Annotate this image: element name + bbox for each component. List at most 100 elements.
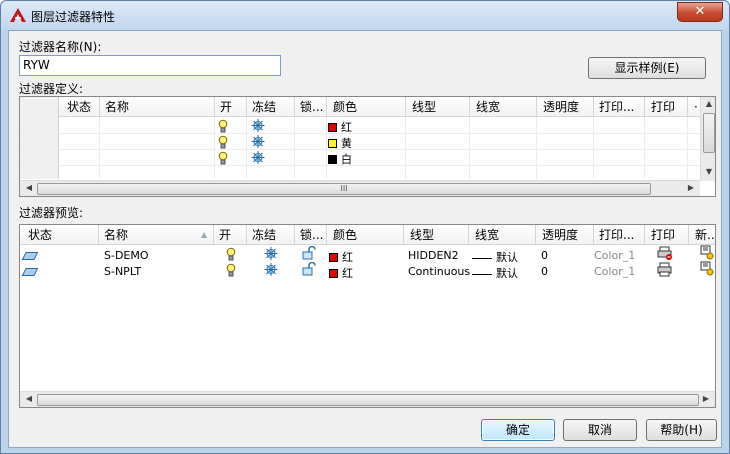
color-swatch [328, 154, 337, 164]
bulb-icon[interactable] [218, 151, 228, 165]
sort-ascending-icon: ▲ [201, 230, 208, 239]
preview-col-freeze[interactable]: 冻结 [252, 225, 276, 245]
cancel-button[interactable]: 取消 [563, 419, 637, 441]
preview-col-transparency[interactable]: 透明度 [542, 225, 578, 245]
def-col-on[interactable]: 开 [220, 97, 232, 117]
close-button[interactable]: ✕ [677, 2, 723, 22]
lineweight-sample [472, 257, 492, 259]
bulb-icon[interactable] [226, 263, 236, 277]
new-viewport-freeze-icon[interactable] [700, 245, 714, 260]
preview-col-lock[interactable]: 锁... [300, 225, 323, 245]
color-swatch [329, 252, 338, 262]
color-name: 红 [342, 251, 353, 264]
preview-col-name[interactable]: 名称 [104, 225, 128, 245]
plot-style-cell[interactable]: Color_1 [594, 249, 635, 262]
filter-name-label: 过滤器名称(N): [19, 40, 102, 54]
title-bar: 图层过滤器特性 ✕ [1, 1, 729, 29]
transparency-cell[interactable]: 0 [541, 249, 548, 262]
def-col-name[interactable]: 名称 [105, 97, 129, 117]
preview-col-plot-style[interactable]: 打印... [599, 225, 634, 245]
def-col-status[interactable]: 状态 [67, 97, 91, 117]
def-col-linetype[interactable]: 线型 [412, 97, 436, 117]
color-swatch [329, 268, 338, 278]
lineweight-cell[interactable]: 默认 [472, 249, 518, 265]
definition-vertical-scrollbar[interactable]: ▲ ▼ [700, 97, 715, 181]
linetype-cell[interactable]: HIDDEN2 [408, 249, 459, 262]
bulb-icon[interactable] [226, 247, 236, 261]
preview-col-color[interactable]: 颜色 [333, 225, 357, 245]
lineweight-value: 默认 [496, 251, 518, 264]
layer-filter-properties-dialog: 图层过滤器特性 ✕ 过滤器名称(N): RYW 显示样例(E) 过滤器定义: 状… [0, 0, 730, 454]
sun-icon[interactable] [264, 247, 278, 260]
color-swatch [328, 122, 337, 132]
bulb-icon[interactable] [218, 135, 228, 149]
def-col-more[interactable]: · [694, 97, 698, 117]
layer-status-icon [22, 252, 38, 260]
scroll-up-arrow[interactable]: ▲ [702, 97, 715, 111]
definition-horizontal-scrollbar[interactable]: ◀ III ▶ [20, 180, 700, 196]
preview-horizontal-scrollbar[interactable]: ◀ ▶ [20, 391, 715, 407]
preview-col-plot[interactable]: 打印 [651, 225, 675, 245]
scroll-right-arrow[interactable]: ▶ [699, 392, 713, 406]
scroll-thumb[interactable] [703, 113, 715, 153]
preview-col-lineweight[interactable]: 线宽 [475, 225, 499, 245]
scroll-right-arrow[interactable]: ▶ [684, 181, 698, 195]
dialog-client-area: 过滤器名称(N): RYW 显示样例(E) 过滤器定义: 状态 名称 开 冻结 … [8, 30, 722, 448]
color-name: 红 [341, 121, 352, 134]
color-name: 红 [342, 267, 353, 280]
color-swatch [328, 138, 337, 148]
definition-color-cell[interactable]: 红 [328, 119, 352, 135]
new-viewport-freeze-icon[interactable] [700, 261, 714, 276]
color-name: 白 [341, 153, 352, 166]
unlock-icon[interactable] [302, 246, 316, 260]
preview-col-new[interactable]: 新... [695, 225, 715, 245]
show-example-button[interactable]: 显示样例(E) [588, 57, 706, 79]
no-plot-printer-icon[interactable] [657, 246, 673, 261]
sun-icon[interactable] [251, 119, 265, 132]
linetype-cell[interactable]: Continuous [408, 265, 470, 278]
sun-icon[interactable] [264, 263, 278, 276]
scroll-left-arrow[interactable]: ◀ [22, 392, 36, 406]
def-col-transparency[interactable]: 透明度 [543, 97, 579, 117]
preview-color-cell[interactable]: 红 [329, 265, 353, 281]
help-button[interactable]: 帮助(H) [646, 419, 717, 441]
preview-col-on[interactable]: 开 [219, 225, 231, 245]
scroll-thumb[interactable]: III [37, 183, 651, 195]
definition-color-cell[interactable]: 白 [328, 151, 352, 167]
scroll-left-arrow[interactable]: ◀ [22, 181, 36, 195]
sun-icon[interactable] [251, 135, 265, 148]
window-title: 图层过滤器特性 [31, 10, 116, 24]
lineweight-value: 默认 [496, 267, 518, 280]
color-name: 黄 [341, 137, 352, 150]
printer-icon[interactable] [657, 262, 673, 277]
def-col-plot-style[interactable]: 打印... [599, 97, 634, 117]
filter-definition-grid[interactable]: 状态 名称 开 冻结 锁... 颜色 线型 线宽 透明度 打印... 打印 · [19, 96, 716, 197]
autocad-app-icon [10, 8, 26, 22]
def-col-lock[interactable]: 锁... [300, 97, 323, 117]
definition-row-header-column [20, 97, 59, 179]
scroll-thumb[interactable] [37, 394, 699, 406]
filter-preview-label: 过滤器预览: [19, 206, 84, 220]
layer-name[interactable]: S-DEMO [104, 249, 149, 262]
lineweight-cell[interactable]: 默认 [472, 265, 518, 281]
plot-style-cell[interactable]: Color_1 [594, 265, 635, 278]
def-col-color[interactable]: 颜色 [333, 97, 357, 117]
filter-preview-grid[interactable]: 状态 名称 ▲ 开 冻结 锁... 颜色 线型 线宽 透明度 打印... 打印 … [19, 224, 716, 408]
preview-col-status[interactable]: 状态 [28, 225, 52, 245]
definition-color-cell[interactable]: 黄 [328, 135, 352, 151]
filter-name-input[interactable]: RYW [19, 55, 281, 76]
unlock-icon[interactable] [302, 262, 316, 276]
layer-status-icon [22, 268, 38, 276]
filter-definition-label: 过滤器定义: [19, 82, 84, 96]
scroll-down-arrow[interactable]: ▼ [702, 165, 715, 179]
transparency-cell[interactable]: 0 [541, 265, 548, 278]
ok-button[interactable]: 确定 [481, 419, 555, 441]
bulb-icon[interactable] [218, 119, 228, 133]
layer-name[interactable]: S-NPLT [104, 265, 141, 278]
preview-color-cell[interactable]: 红 [329, 249, 353, 265]
def-col-lineweight[interactable]: 线宽 [476, 97, 500, 117]
preview-col-linetype[interactable]: 线型 [410, 225, 434, 245]
sun-icon[interactable] [251, 151, 265, 164]
def-col-freeze[interactable]: 冻结 [252, 97, 276, 117]
def-col-plot[interactable]: 打印 [651, 97, 675, 117]
